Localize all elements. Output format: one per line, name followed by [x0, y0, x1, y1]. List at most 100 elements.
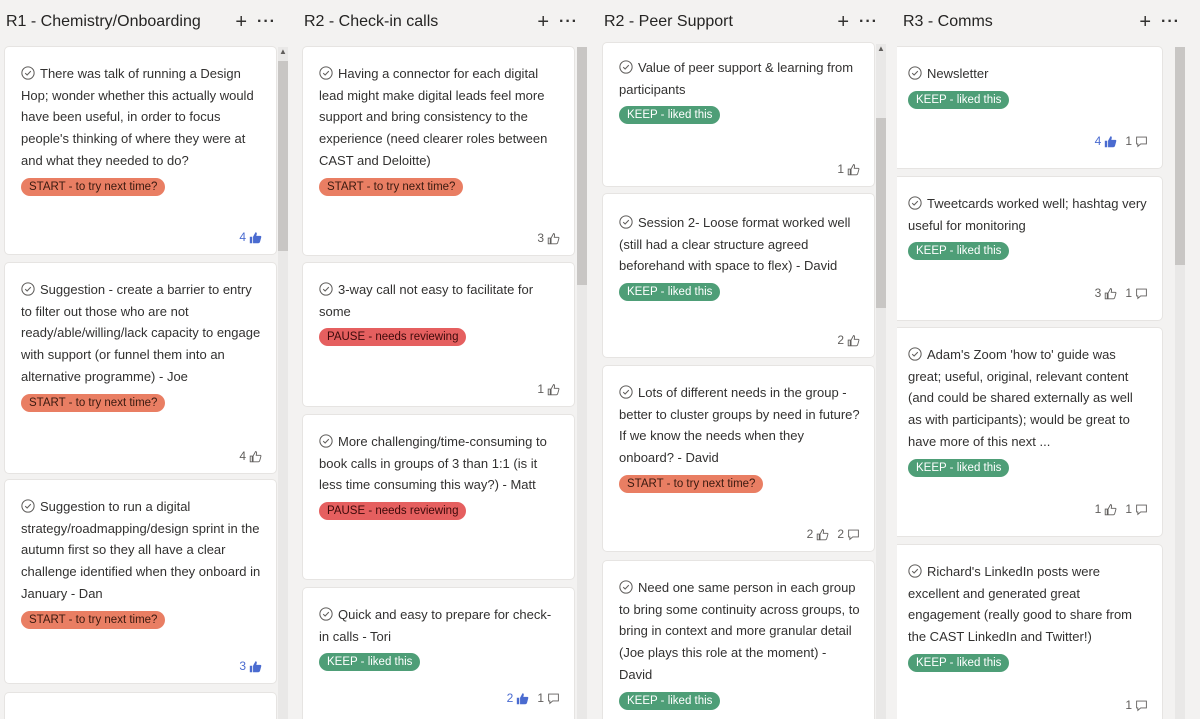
like-count[interactable]: 3: [239, 659, 262, 673]
like-count[interactable]: 3: [1095, 286, 1118, 300]
more-options-icon[interactable]: ···: [257, 13, 276, 31]
check-circle-icon[interactable]: [908, 66, 922, 80]
task-card[interactable]: Suggestion to run a digital strategy/roa…: [5, 480, 276, 683]
add-task-plus-icon[interactable]: +: [837, 12, 849, 32]
card-footer: 3: [239, 659, 262, 673]
bucket-title[interactable]: R2 - Peer Support: [604, 13, 733, 31]
card-footer: 1: [537, 382, 560, 396]
card-footer: 3 1: [1095, 286, 1148, 300]
check-circle-icon[interactable]: [908, 196, 922, 210]
like-count[interactable]: 1: [537, 382, 560, 396]
like-count[interactable]: 2: [807, 527, 830, 541]
scroll-thumb[interactable]: [278, 61, 288, 251]
like-count[interactable]: 4: [239, 449, 262, 463]
like-count[interactable]: 2: [507, 691, 530, 705]
check-circle-icon[interactable]: [319, 66, 333, 80]
scroll-thumb[interactable]: [577, 47, 587, 285]
check-circle-icon[interactable]: [619, 385, 633, 399]
like-count[interactable]: 3: [537, 231, 560, 245]
bucket-r2-checkin: R2 - Check-in calls + ··· Having a conne…: [298, 0, 598, 719]
scrollbar[interactable]: [1175, 47, 1185, 719]
comment-count[interactable]: 1: [537, 691, 560, 705]
label-badge: KEEP - liked this: [619, 283, 721, 302]
check-circle-icon[interactable]: [319, 434, 333, 448]
like-count[interactable]: 2: [837, 333, 860, 347]
like-count[interactable]: 4: [1095, 134, 1118, 148]
bucket-r3-comms: R3 - Comms + ··· Newsletter KEEP - liked…: [897, 0, 1200, 719]
comment-count[interactable]: 1: [1125, 698, 1148, 712]
card-title: Value of peer support & learning from pa…: [619, 60, 854, 97]
comment-count[interactable]: 1: [1125, 134, 1148, 148]
task-card[interactable]: 3-way call not easy to facilitate for so…: [303, 263, 574, 406]
check-circle-icon[interactable]: [21, 499, 35, 513]
like-count[interactable]: 1: [1095, 502, 1118, 516]
add-task-plus-icon[interactable]: +: [1139, 12, 1151, 32]
check-circle-icon[interactable]: [619, 60, 633, 74]
scrollbar[interactable]: [577, 47, 587, 719]
check-circle-icon[interactable]: [319, 607, 333, 621]
thumbs-up-icon: [847, 334, 860, 346]
label-badge: KEEP - liked this: [619, 106, 721, 125]
label-badge: START - to try next time?: [21, 393, 166, 412]
scrollbar[interactable]: ▲: [876, 44, 886, 719]
task-card[interactable]: Richard's LinkedIn posts were excellent …: [897, 545, 1162, 719]
card-title: Newsletter: [927, 66, 989, 81]
comment-icon: [848, 529, 859, 540]
task-card[interactable]: Value of peer support & learning from pa…: [603, 43, 874, 186]
thumbs-up-icon: [517, 692, 529, 704]
task-card[interactable]: Suggestion - create a barrier to entry t…: [5, 263, 276, 473]
scroll-thumb[interactable]: [876, 118, 886, 308]
thumbs-up-icon: [547, 232, 560, 244]
task-card[interactable]: Having a connector for each digital lead…: [303, 47, 574, 255]
label-badge: PAUSE - needs reviewing: [319, 328, 467, 347]
card-title: Having a connector for each digital lead…: [319, 66, 548, 168]
scroll-up-arrow-icon[interactable]: ▲: [876, 44, 886, 53]
task-card[interactable]: There was talk of running a Design Hop; …: [5, 47, 276, 254]
add-task-plus-icon[interactable]: +: [235, 12, 247, 32]
task-card[interactable]: Session 2- Loose format worked well (sti…: [603, 194, 874, 357]
comment-icon: [1136, 288, 1147, 299]
check-circle-icon[interactable]: [908, 564, 922, 578]
bucket-header: R3 - Comms + ···: [897, 0, 1200, 44]
card-title: Session 2- Loose format worked well (sti…: [619, 215, 851, 274]
thumbs-up-icon: [847, 163, 860, 175]
task-card[interactable]: Need one same person in each group to br…: [603, 561, 874, 719]
scroll-up-arrow-icon[interactable]: ▲: [278, 47, 288, 56]
check-circle-icon[interactable]: [319, 282, 333, 296]
more-options-icon[interactable]: ···: [1161, 13, 1180, 31]
comment-count[interactable]: 2: [837, 527, 860, 541]
check-circle-icon[interactable]: [908, 347, 922, 361]
task-card[interactable]: Lots of different needs in the group - b…: [603, 366, 874, 551]
label-badge: START - to try next time?: [319, 177, 464, 196]
label-badge: KEEP - liked this: [908, 242, 1010, 261]
bucket-header: R1 - Chemistry/Onboarding + ···: [0, 0, 296, 44]
check-circle-icon[interactable]: [21, 66, 35, 80]
card-title: Tweetcards worked well; hashtag very use…: [908, 196, 1147, 233]
bucket-title[interactable]: R2 - Check-in calls: [304, 13, 438, 31]
bucket-title[interactable]: R1 - Chemistry/Onboarding: [6, 13, 201, 31]
task-card[interactable]: More challenging/time-consuming to book …: [303, 415, 574, 579]
label-badge: KEEP - liked this: [908, 90, 1010, 109]
label-badge: KEEP - liked this: [908, 653, 1010, 672]
bucket-title[interactable]: R3 - Comms: [903, 13, 993, 31]
task-card-partial[interactable]: [5, 693, 276, 719]
scroll-thumb[interactable]: [1175, 47, 1185, 265]
task-card[interactable]: Newsletter KEEP - liked this 4 1: [897, 47, 1162, 168]
scrollbar[interactable]: ▲: [278, 47, 288, 719]
task-card[interactable]: Quick and easy to prepare for check-in c…: [303, 588, 574, 719]
check-circle-icon[interactable]: [21, 282, 35, 296]
check-circle-icon[interactable]: [619, 580, 633, 594]
check-circle-icon[interactable]: [619, 215, 633, 229]
card-title: More challenging/time-consuming to book …: [319, 434, 547, 493]
task-card[interactable]: Adam's Zoom 'how to' guide was great; us…: [897, 328, 1162, 536]
card-title: Need one same person in each group to br…: [619, 580, 860, 682]
like-count[interactable]: 4: [239, 230, 262, 244]
comment-count[interactable]: 1: [1125, 502, 1148, 516]
task-card[interactable]: Tweetcards worked well; hashtag very use…: [897, 177, 1162, 320]
like-count[interactable]: 1: [837, 162, 860, 176]
comment-count[interactable]: 1: [1125, 286, 1148, 300]
thumbs-up-icon: [249, 231, 262, 243]
more-options-icon[interactable]: ···: [559, 13, 578, 31]
more-options-icon[interactable]: ···: [859, 13, 878, 31]
add-task-plus-icon[interactable]: +: [537, 12, 549, 32]
